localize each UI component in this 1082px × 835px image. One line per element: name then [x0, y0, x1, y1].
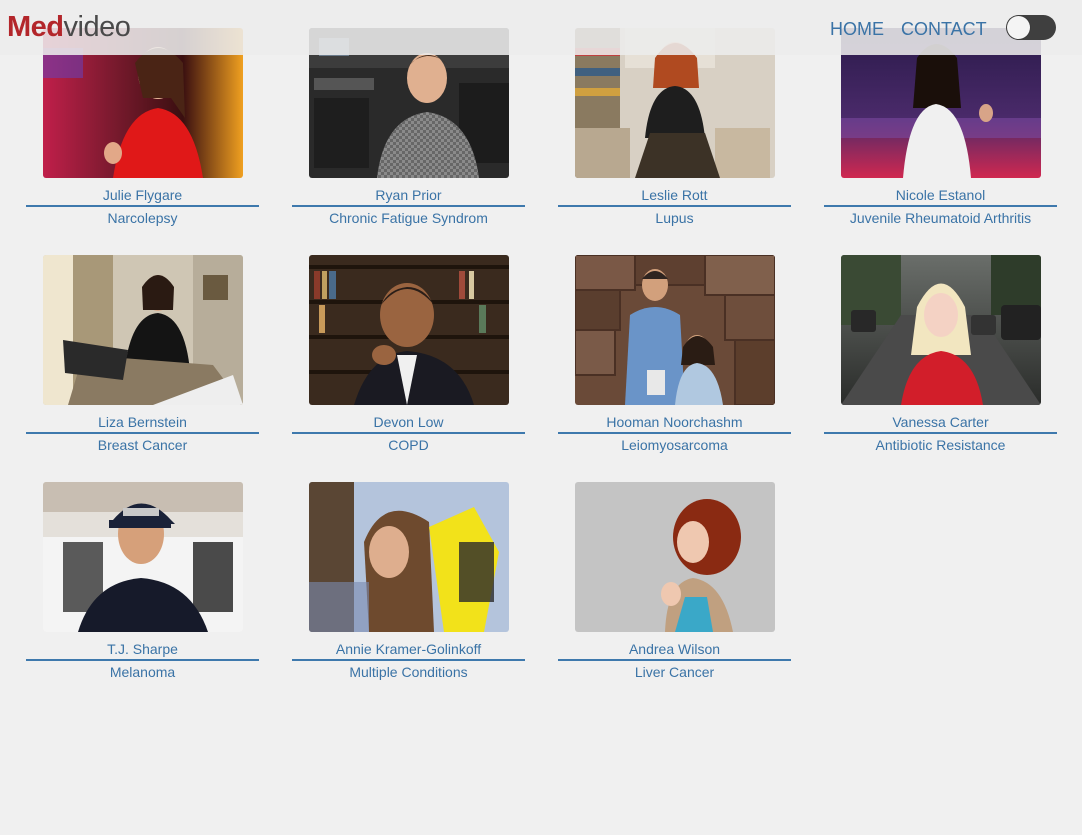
speaker-name[interactable]: Leslie Rott [558, 187, 791, 207]
speaker-name[interactable]: Julie Flygare [26, 187, 259, 207]
speaker-photo[interactable] [840, 255, 1041, 405]
speaker-condition[interactable]: Antibiotic Resistance [824, 437, 1057, 453]
speaker-photo[interactable] [42, 255, 243, 405]
speaker-condition[interactable]: Liver Cancer [558, 664, 791, 680]
speaker-name[interactable]: Nicole Estanol [824, 187, 1057, 207]
video-card[interactable]: Devon Low COPD [292, 255, 525, 457]
speaker-condition[interactable]: Leiomyosarcoma [558, 437, 791, 453]
nav-home-link[interactable]: HOME [830, 18, 884, 40]
nav-contact-link[interactable]: CONTACT [901, 18, 987, 40]
speaker-name[interactable]: Vanessa Carter [824, 414, 1057, 434]
speaker-photo[interactable] [308, 482, 509, 632]
video-card[interactable]: Julie Flygare Narcolepsy [26, 28, 259, 230]
speaker-condition[interactable]: Melanoma [26, 664, 259, 680]
video-card[interactable]: T.J. Sharpe Melanoma [26, 482, 259, 684]
speaker-photo[interactable] [574, 255, 775, 405]
speaker-photo[interactable] [42, 482, 243, 632]
video-card[interactable]: Hooman Noorchashm Leiomyosarcoma [558, 255, 791, 457]
top-navbar: Medvideo HOME CONTACT [0, 0, 1082, 55]
video-card[interactable]: Ryan Prior Chronic Fatigue Syndrom [292, 28, 525, 230]
video-card[interactable]: Vanessa Carter Antibiotic Resistance [824, 255, 1057, 457]
speaker-condition[interactable]: Narcolepsy [26, 210, 259, 226]
video-card[interactable]: Liza Bernstein Breast Cancer [26, 255, 259, 457]
speaker-condition[interactable]: Lupus [558, 210, 791, 226]
speaker-name[interactable]: Annie Kramer-Golinkoff [292, 641, 525, 661]
toggle-knob [1007, 16, 1030, 39]
speaker-name[interactable]: T.J. Sharpe [26, 641, 259, 661]
video-card[interactable]: Nicole Estanol Juvenile Rheumatoid Arthr… [824, 28, 1057, 230]
speaker-photo[interactable] [308, 255, 509, 405]
speaker-name[interactable]: Hooman Noorchashm [558, 414, 791, 434]
speaker-name[interactable]: Andrea Wilson [558, 641, 791, 661]
speaker-condition[interactable]: COPD [292, 437, 525, 453]
logo[interactable]: Medvideo [7, 9, 131, 45]
speaker-name[interactable]: Ryan Prior [292, 187, 525, 207]
logo-bold-text: Med [7, 11, 64, 43]
speaker-condition[interactable]: Juvenile Rheumatoid Arthritis [824, 210, 1057, 226]
speaker-condition[interactable]: Multiple Conditions [292, 664, 525, 680]
speaker-name[interactable]: Devon Low [292, 414, 525, 434]
theme-toggle[interactable] [1006, 15, 1056, 40]
video-grid: Julie Flygare Narcolepsy Ryan Prior Chro… [26, 28, 1058, 684]
video-card[interactable]: Andrea Wilson Liver Cancer [558, 482, 791, 684]
logo-light-text: video [63, 11, 131, 43]
speaker-name[interactable]: Liza Bernstein [26, 414, 259, 434]
video-card[interactable]: Leslie Rott Lupus [558, 28, 791, 230]
speaker-photo[interactable] [574, 482, 775, 632]
speaker-condition[interactable]: Breast Cancer [26, 437, 259, 453]
speaker-condition[interactable]: Chronic Fatigue Syndrom [292, 210, 525, 226]
video-card[interactable]: Annie Kramer-Golinkoff Multiple Conditio… [292, 482, 525, 684]
